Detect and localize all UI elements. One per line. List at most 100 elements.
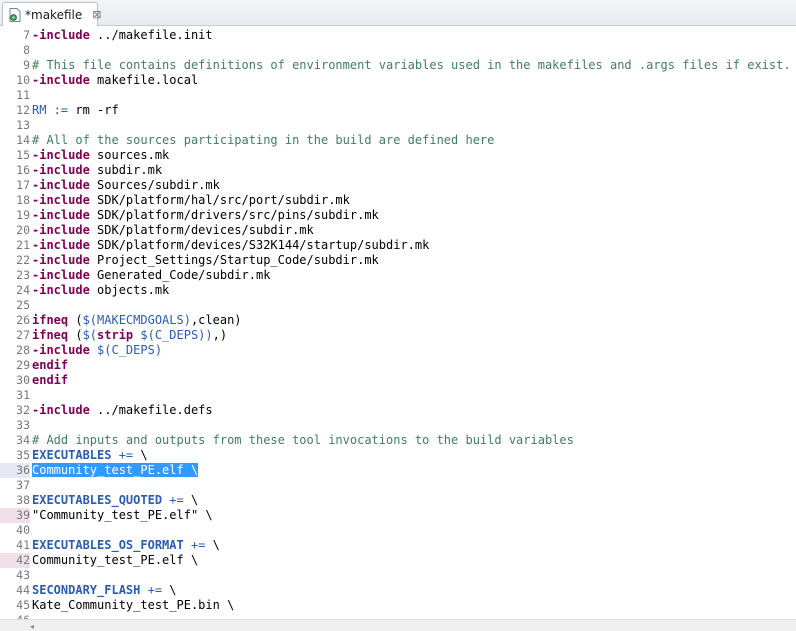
- code-token: +=: [162, 493, 184, 507]
- code-line[interactable]: 21 -include SDK/platform/devices/S32K144/…: [0, 238, 796, 253]
- code-line[interactable]: 19 -include SDK/platform/drivers/src/pins…: [0, 208, 796, 223]
- code-token: sources.mk: [89, 148, 170, 162]
- code-line[interactable]: 30 endif: [0, 373, 796, 388]
- line-number: 20: [16, 223, 30, 237]
- code-token: -include: [32, 73, 90, 87]
- tab-title: *makefile: [25, 7, 83, 22]
- line-number: 45: [16, 598, 30, 612]
- line-number: 15: [16, 148, 30, 162]
- code-line[interactable]: 26 ifneq ($(MAKECMDGOALS),clean): [0, 313, 796, 328]
- code-token: (: [68, 328, 83, 342]
- code-line[interactable]: 38 EXECUTABLES_QUOTED += \: [0, 493, 796, 508]
- code-text: -include SDK/platform/devices/subdir.mk: [32, 223, 314, 238]
- code-line[interactable]: 10 -include makefile.local: [0, 73, 796, 88]
- line-number: 8: [23, 43, 30, 57]
- code-line[interactable]: 36 Community_test_PE.elf \: [0, 463, 796, 478]
- code-line[interactable]: 11: [0, 88, 796, 103]
- code-line[interactable]: 18 -include SDK/platform/hal/src/port/sub…: [0, 193, 796, 208]
- line-number: 34: [16, 433, 30, 447]
- line-number: 22: [16, 253, 30, 267]
- line-number: 29: [16, 358, 30, 372]
- code-token: ,): [212, 328, 228, 342]
- code-line[interactable]: 25: [0, 298, 796, 313]
- code-line[interactable]: 14 # All of the sources participating in …: [0, 133, 796, 148]
- line-number: 40: [16, 523, 30, 537]
- code-line[interactable]: 16 -include subdir.mk: [0, 163, 796, 178]
- code-line[interactable]: 29 endif: [0, 358, 796, 373]
- code-token: makefile.local: [89, 73, 199, 87]
- horizontal-scrollbar[interactable]: ◂: [0, 619, 796, 631]
- code-line[interactable]: 17 -include Sources/subdir.mk: [0, 178, 796, 193]
- code-line[interactable]: 44 SECONDARY_FLASH += \: [0, 583, 796, 598]
- code-token: ifneq: [32, 313, 69, 327]
- code-line[interactable]: 32 -include ../makefile.defs: [0, 403, 796, 418]
- code-line[interactable]: 22 -include Project_Settings/Startup_Code…: [0, 253, 796, 268]
- code-token: $(C_DEPS): [97, 343, 163, 357]
- code-line[interactable]: 20 -include SDK/platform/devices/subdir.m…: [0, 223, 796, 238]
- code-line[interactable]: 40: [0, 523, 796, 538]
- line-number: 17: [16, 178, 30, 192]
- code-token: ,clean): [190, 313, 242, 327]
- code-line[interactable]: 34 # Add inputs and outputs from these to…: [0, 433, 796, 448]
- line-number: 31: [16, 388, 30, 402]
- line-number: 26: [16, 313, 30, 327]
- code-line[interactable]: 37: [0, 478, 796, 493]
- close-icon[interactable]: ⊠: [92, 9, 101, 20]
- code-token: objects.mk: [89, 283, 170, 297]
- code-line[interactable]: 43: [0, 568, 796, 583]
- line-number: 24: [16, 283, 30, 297]
- line-number: 25: [16, 298, 30, 312]
- code-token: Community_test_PE.elf \: [32, 463, 199, 477]
- code-token: (: [68, 313, 83, 327]
- code-line[interactable]: 9 # This file contains definitions of env…: [0, 58, 796, 73]
- line-number: 32: [16, 403, 30, 417]
- tab-makefile[interactable]: *makefile ⊠: [2, 2, 101, 26]
- code-token: -include: [32, 403, 90, 417]
- code-text: -include Project_Settings/Startup_Code/s…: [32, 253, 379, 268]
- code-token: # Add inputs and outputs from these tool…: [32, 433, 574, 447]
- code-token: -include: [32, 253, 90, 267]
- code-line[interactable]: 27 ifneq ($(strip $(C_DEPS)),): [0, 328, 796, 343]
- line-number: 35: [16, 448, 30, 462]
- code-token: \: [133, 448, 148, 462]
- code-token: subdir.mk: [89, 163, 163, 177]
- code-line[interactable]: 8: [0, 43, 796, 58]
- code-token: Generated_Code/subdir.mk: [89, 268, 271, 282]
- code-line[interactable]: 45 Kate_Community_test_PE.bin \: [0, 598, 796, 613]
- line-number: 43: [16, 568, 30, 582]
- code-token: SDK/platform/drivers/src/pins/subdir.mk: [89, 208, 379, 222]
- code-token: SDK/platform/hal/src/port/subdir.mk: [89, 193, 350, 207]
- line-number: 28: [16, 343, 30, 357]
- code-line[interactable]: 39 "Community_test_PE.elf" \: [0, 508, 796, 523]
- code-line[interactable]: 24 -include objects.mk: [0, 283, 796, 298]
- code-line[interactable]: 7 -include ../makefile.init: [0, 28, 796, 43]
- code-token: -include: [32, 268, 90, 282]
- editor-tab-bar: *makefile ⊠: [0, 0, 796, 26]
- code-line[interactable]: 13: [0, 118, 796, 133]
- line-number: 41: [16, 538, 30, 552]
- code-token: strip: [97, 328, 134, 342]
- code-token: ../makefile.defs: [89, 403, 213, 417]
- code-line[interactable]: 35 EXECUTABLES += \: [0, 448, 796, 463]
- code-editor[interactable]: 7 -include ../makefile.init 8 9 # This file …: [0, 27, 796, 619]
- line-number: 36: [0, 463, 30, 478]
- line-number: 37: [16, 478, 30, 492]
- line-number: 7: [23, 28, 30, 42]
- code-text: EXECUTABLES += \: [32, 448, 148, 463]
- code-line[interactable]: 15 -include sources.mk: [0, 148, 796, 163]
- code-token: ifneq: [32, 328, 69, 342]
- code-line[interactable]: 23 -include Generated_Code/subdir.mk: [0, 268, 796, 283]
- code-line[interactable]: 33: [0, 418, 796, 433]
- scroll-left-arrow-icon[interactable]: ◂: [30, 622, 34, 631]
- code-token: -include: [32, 148, 90, 162]
- code-text: # All of the sources participating in th…: [32, 133, 494, 148]
- code-line[interactable]: 28 -include $(C_DEPS): [0, 343, 796, 358]
- code-text: -include ../makefile.defs: [32, 403, 213, 418]
- code-text: -include SDK/platform/devices/S32K144/st…: [32, 238, 429, 253]
- code-line[interactable]: 41 EXECUTABLES_OS_FORMAT += \: [0, 538, 796, 553]
- code-line[interactable]: 31: [0, 388, 796, 403]
- line-number: 10: [16, 73, 30, 87]
- code-line[interactable]: 12 RM := rm -rf: [0, 103, 796, 118]
- code-line[interactable]: 42 Community_test_PE.elf \: [0, 553, 796, 568]
- code-token: EXECUTABLES: [32, 448, 112, 462]
